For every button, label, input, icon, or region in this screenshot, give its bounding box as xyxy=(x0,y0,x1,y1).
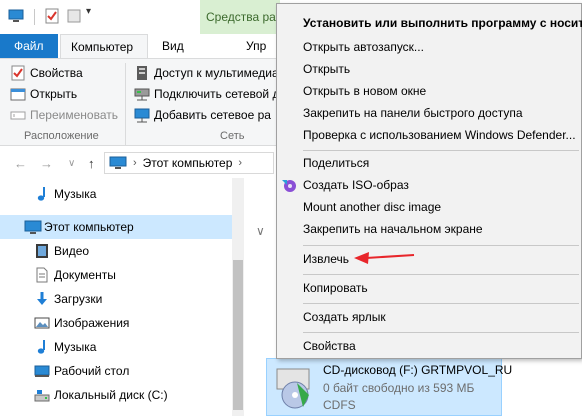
location-group-label: Расположение xyxy=(24,130,99,142)
breadcrumb-chevron-icon[interactable]: › xyxy=(238,157,242,169)
ultraiso-disc-icon xyxy=(282,180,296,192)
add-network-location-button[interactable]: Добавить сетевое ра xyxy=(134,105,271,125)
network-group-label: Сеть xyxy=(220,130,245,142)
network-location-icon xyxy=(134,108,150,123)
properties-button[interactable]: Свойства xyxy=(10,63,83,83)
pictures-icon xyxy=(34,317,50,329)
rename-label: Переименовать xyxy=(30,108,118,122)
recent-locations-chevron-icon[interactable]: ∨ xyxy=(68,158,75,169)
drive-free-space: 0 байт свободно из 593 МБ xyxy=(323,381,475,395)
rename-button[interactable]: Переименовать xyxy=(10,105,118,125)
map-network-drive-label: Подключить сетевой д xyxy=(154,87,280,101)
computer-icon[interactable] xyxy=(8,8,24,24)
drive-name: CD-дисковод (F:) GRTMPVOL_RU xyxy=(323,363,513,377)
menu-separator xyxy=(303,332,579,333)
back-arrow-icon[interactable]: ← xyxy=(14,156,27,171)
context-menu: Установить или выполнить программу с нос… xyxy=(276,3,582,359)
media-access-label: Доступ к мультимедиа xyxy=(154,66,279,80)
open-button[interactable]: Открыть xyxy=(10,84,77,104)
network-drive-icon xyxy=(134,88,150,101)
quick-access-separator xyxy=(34,9,35,25)
open-label: Открыть xyxy=(30,87,78,101)
menu-item-create-iso-label: Создать ISO-образ xyxy=(303,178,409,192)
download-arrow-icon xyxy=(37,292,47,305)
rename-icon xyxy=(10,111,26,120)
nav-item-music-quick[interactable]: Музыка xyxy=(0,182,232,206)
nav-item-desktop[interactable]: Рабочий стол xyxy=(0,359,232,383)
properties-checkmark-icon xyxy=(11,65,25,81)
breadcrumb-chevron-icon[interactable]: › xyxy=(133,157,137,169)
menu-item-mount-disc-image[interactable]: Mount another disc image xyxy=(277,196,582,218)
up-arrow-icon[interactable]: ↑ xyxy=(88,156,95,171)
menu-separator xyxy=(303,274,579,275)
contextual-tab-drive-tools[interactable]: Средства ра xyxy=(200,0,280,34)
navigation-pane: Музыка Этот компьютер Видео Документы За… xyxy=(0,178,244,416)
new-folder-icon[interactable] xyxy=(66,8,82,24)
menu-item-create-shortcut[interactable]: Создать ярлык xyxy=(277,306,582,328)
menu-item-scan-defender[interactable]: Проверка с использованием Windows Defend… xyxy=(277,124,582,146)
breadcrumb[interactable]: Этот компьютер xyxy=(143,156,233,170)
cd-drive-tile[interactable]: CD-дисковод (F:) GRTMPVOL_RU 0 байт своб… xyxy=(266,358,512,416)
music-note-icon xyxy=(37,187,45,201)
computer-icon xyxy=(24,220,42,234)
tab-view[interactable]: Вид xyxy=(152,34,194,58)
quick-access-dropdown-icon[interactable]: ▾ xyxy=(86,6,91,17)
menu-item-open[interactable]: Открыть xyxy=(277,58,582,80)
address-bar[interactable]: › Этот компьютер › xyxy=(104,152,274,174)
nav-pane-scrollbar[interactable] xyxy=(232,178,244,416)
nav-item-downloads[interactable]: Загрузки xyxy=(0,287,232,311)
menu-item-pin-quick-access[interactable]: Закрепить на панели быстрого доступа xyxy=(277,102,582,124)
menu-item-copy[interactable]: Копировать xyxy=(277,277,582,299)
menu-item-share[interactable]: Поделиться xyxy=(277,152,582,174)
open-window-icon xyxy=(10,88,26,101)
group-expand-chevron-icon[interactable]: ∨ xyxy=(256,224,265,238)
nav-item-this-pc[interactable]: Этот компьютер xyxy=(0,215,232,239)
drive-file-system: CDFS xyxy=(323,398,356,412)
music-note-icon xyxy=(37,340,45,354)
menu-separator xyxy=(303,150,579,151)
scrollbar-thumb[interactable] xyxy=(233,260,243,410)
menu-separator xyxy=(303,245,579,246)
nav-item-music[interactable]: Музыка xyxy=(0,335,232,359)
menu-item-pin-start[interactable]: Закрепить на начальном экране xyxy=(277,218,582,240)
tab-computer[interactable]: Компьютер xyxy=(60,34,148,58)
desktop-icon xyxy=(34,365,50,377)
nav-item-pictures[interactable]: Изображения xyxy=(0,311,232,335)
media-access-button[interactable]: Доступ к мультимедиа xyxy=(134,63,279,83)
menu-item-open-autoplay[interactable]: Открыть автозапуск... xyxy=(277,36,582,58)
checkmark-properties-icon[interactable] xyxy=(44,8,60,24)
menu-item-properties[interactable]: Свойства xyxy=(277,335,582,357)
tab-manage[interactable]: Упр xyxy=(236,34,276,58)
media-server-icon xyxy=(137,66,147,80)
hard-drive-icon xyxy=(34,390,50,402)
menu-item-create-iso[interactable]: Создать ISO-образ xyxy=(277,174,582,196)
menu-item-eject[interactable]: Извлечь xyxy=(277,248,582,270)
annotation-arrow-icon xyxy=(354,252,415,264)
map-network-drive-button[interactable]: Подключить сетевой д xyxy=(134,84,279,104)
ribbon-group-separator xyxy=(125,63,126,145)
menu-item-open-new-window[interactable]: Открыть в новом окне xyxy=(277,80,582,102)
computer-icon xyxy=(109,156,127,169)
nav-item-local-disk-c[interactable]: Локальный диск (C:) xyxy=(0,383,232,407)
menu-item-install-or-run[interactable]: Установить или выполнить программу с нос… xyxy=(277,12,582,34)
cd-drive-icon xyxy=(276,368,310,409)
properties-label: Свойства xyxy=(30,66,83,80)
documents-icon xyxy=(36,267,48,283)
add-network-location-label: Добавить сетевое ра xyxy=(154,108,271,122)
menu-separator xyxy=(303,303,579,304)
nav-item-video[interactable]: Видео xyxy=(0,239,232,263)
tab-file[interactable]: Файл xyxy=(0,34,58,58)
video-icon xyxy=(36,244,48,258)
nav-item-documents[interactable]: Документы xyxy=(0,263,232,287)
forward-arrow-icon[interactable]: → xyxy=(40,156,53,171)
